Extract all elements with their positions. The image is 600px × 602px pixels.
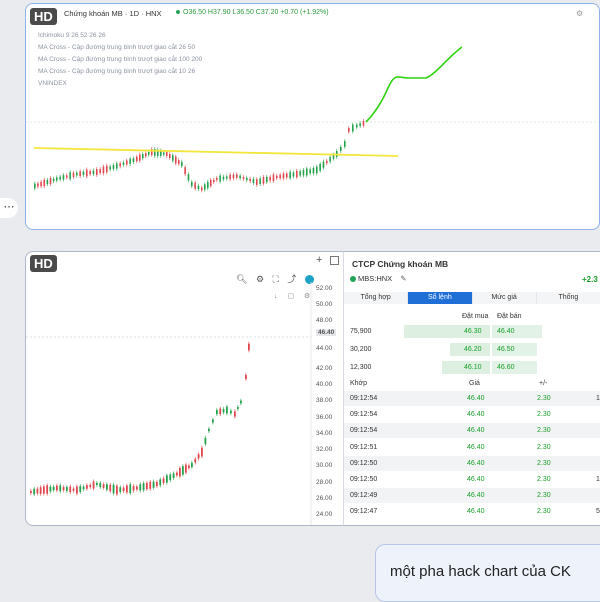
trade-row: 09:12:54 46.40 2.30 [344, 423, 600, 439]
trade-price: 46.40 [467, 459, 485, 467]
company-title: CTCP Chứng khoán MB [352, 259, 449, 269]
y-tick-label: 34.00 [316, 430, 333, 437]
trade-time: 09:12:50 [350, 476, 378, 483]
orderbook-row[interactable]: 75,900 46.30 46.40 [344, 325, 600, 339]
tab-price-level[interactable]: Mức giá [472, 292, 537, 304]
y-tick-label: 52.00 [316, 285, 333, 292]
trade-price: 46.40 [467, 395, 485, 402]
y-tick-label: 28.00 [316, 479, 333, 486]
trade-price: 46.40 [467, 508, 485, 516]
trade-price: 46.40 [467, 476, 485, 483]
y-tick-label: 48.00 [316, 317, 333, 324]
trade-price-header: Giá [469, 380, 480, 387]
symbol-icon [350, 276, 356, 283]
trade-row: 09:12:49 46.40 2.30 [344, 488, 600, 504]
current-price-label: 46.40 [316, 329, 337, 336]
bid-price: 46.30 [464, 328, 482, 335]
trade-time: 09:12:47 [350, 508, 378, 516]
trade-extra: 1 [596, 395, 600, 402]
trade-extra: 1 [596, 476, 600, 483]
bottom-chart-panel: HD + 🔍︎ ⚙ ⛶ ⤴ ↓ ▢ ⚙ 52.00 50.00 48.00 46.40… [25, 251, 345, 526]
hack-projection-line [365, 46, 463, 123]
price-change: +2.3 [582, 275, 598, 284]
bid-header: Đặt mua [462, 313, 489, 320]
more-options-icon[interactable]: ⋯ [0, 198, 18, 218]
orderbook-row[interactable]: 30,200 46.20 46.50 [344, 343, 600, 357]
top-chart-panel: HD Chứng khoán MB · 1D · HNX O36.50 H37.… [25, 3, 600, 230]
trade-change: 2.30 [537, 443, 551, 451]
y-tick-label: 38.00 [316, 397, 333, 404]
bid-price: 46.20 [464, 346, 482, 353]
ask-price: 46.50 [497, 346, 515, 353]
trade-change: 2.30 [537, 395, 551, 402]
trade-time: 09:12:50 [350, 459, 378, 467]
y-tick-label: 30.00 [316, 462, 333, 469]
trade-change-header: +/- [539, 380, 548, 387]
y-tick-label: 42.00 [316, 365, 333, 372]
trade-row: 09:12:54 46.40 2.30 [344, 407, 600, 423]
trade-extra: 5 [596, 508, 600, 516]
ask-header: Đặt bán [497, 313, 522, 320]
trade-row: 09:12:51 46.40 2.30 [344, 439, 600, 455]
trade-change: 2.30 [537, 476, 551, 483]
trade-change: 2.30 [537, 508, 551, 516]
trade-time: 09:12:49 [350, 492, 378, 500]
trade-price: 46.40 [467, 443, 485, 451]
trade-row: 09:12:54 46.40 2.30 1 [344, 391, 600, 406]
trade-time: 09:12:51 [350, 443, 378, 451]
trade-change: 2.30 [537, 492, 551, 500]
ask-price: 46.60 [497, 364, 515, 371]
trade-time-header: Khớp [350, 380, 368, 387]
ask-price: 46.40 [497, 328, 515, 335]
book-volume: 75,900 [350, 328, 372, 335]
chat-bubble: một pha hack chart của CK [375, 544, 600, 602]
y-tick-label: 44.00 [316, 345, 333, 352]
trade-time: 09:12:54 [350, 427, 378, 435]
orderbook-row[interactable]: 12,300 46.10 46.60 [344, 361, 600, 375]
trade-time: 09:12:54 [350, 411, 378, 419]
y-tick-label: 32.00 [316, 446, 333, 453]
book-volume: 12,300 [350, 364, 372, 371]
trade-price: 46.40 [467, 411, 485, 419]
quote-panel: CTCP Chứng khoán MB MBS:HNX ✎ +2.3 Tổng … [343, 251, 600, 526]
tab-summary[interactable]: Tổng hợp [344, 292, 409, 304]
y-tick-label: 24.00 [316, 511, 333, 518]
bid-price: 46.10 [464, 364, 482, 371]
quote-tabs: Tổng hợp Sổ lệnh Mức giá Thống [344, 292, 600, 304]
trade-price: 46.40 [467, 427, 485, 435]
y-tick-label: 36.00 [316, 414, 333, 421]
trade-price: 46.40 [467, 492, 485, 500]
y-tick-label: 50.00 [316, 301, 333, 308]
book-volume: 30,200 [350, 346, 372, 353]
trade-row: 09:12:50 46.40 2.30 1 [344, 472, 600, 487]
trade-change: 2.30 [537, 427, 551, 435]
trade-time: 09:12:54 [350, 395, 378, 402]
bottom-price-chart [26, 282, 312, 525]
support-trendline [33, 147, 399, 157]
trade-row: 09:12:50 46.40 2.30 [344, 455, 600, 471]
tab-orderbook[interactable]: Sổ lệnh [408, 292, 473, 304]
top-price-chart [26, 46, 599, 193]
trade-change: 2.30 [537, 411, 551, 419]
trade-row: 09:12:47 46.40 2.30 5 [344, 504, 600, 520]
edit-icon[interactable]: ✎ [400, 274, 406, 283]
chat-message: một pha hack chart của CK [390, 563, 571, 580]
tab-stats[interactable]: Thống [536, 292, 600, 304]
symbol-chip[interactable]: MBS:HNX ✎ [350, 274, 407, 283]
y-tick-label: 40.00 [316, 381, 333, 388]
trade-change: 2.30 [537, 459, 551, 467]
y-tick-label: 26.00 [316, 495, 333, 502]
